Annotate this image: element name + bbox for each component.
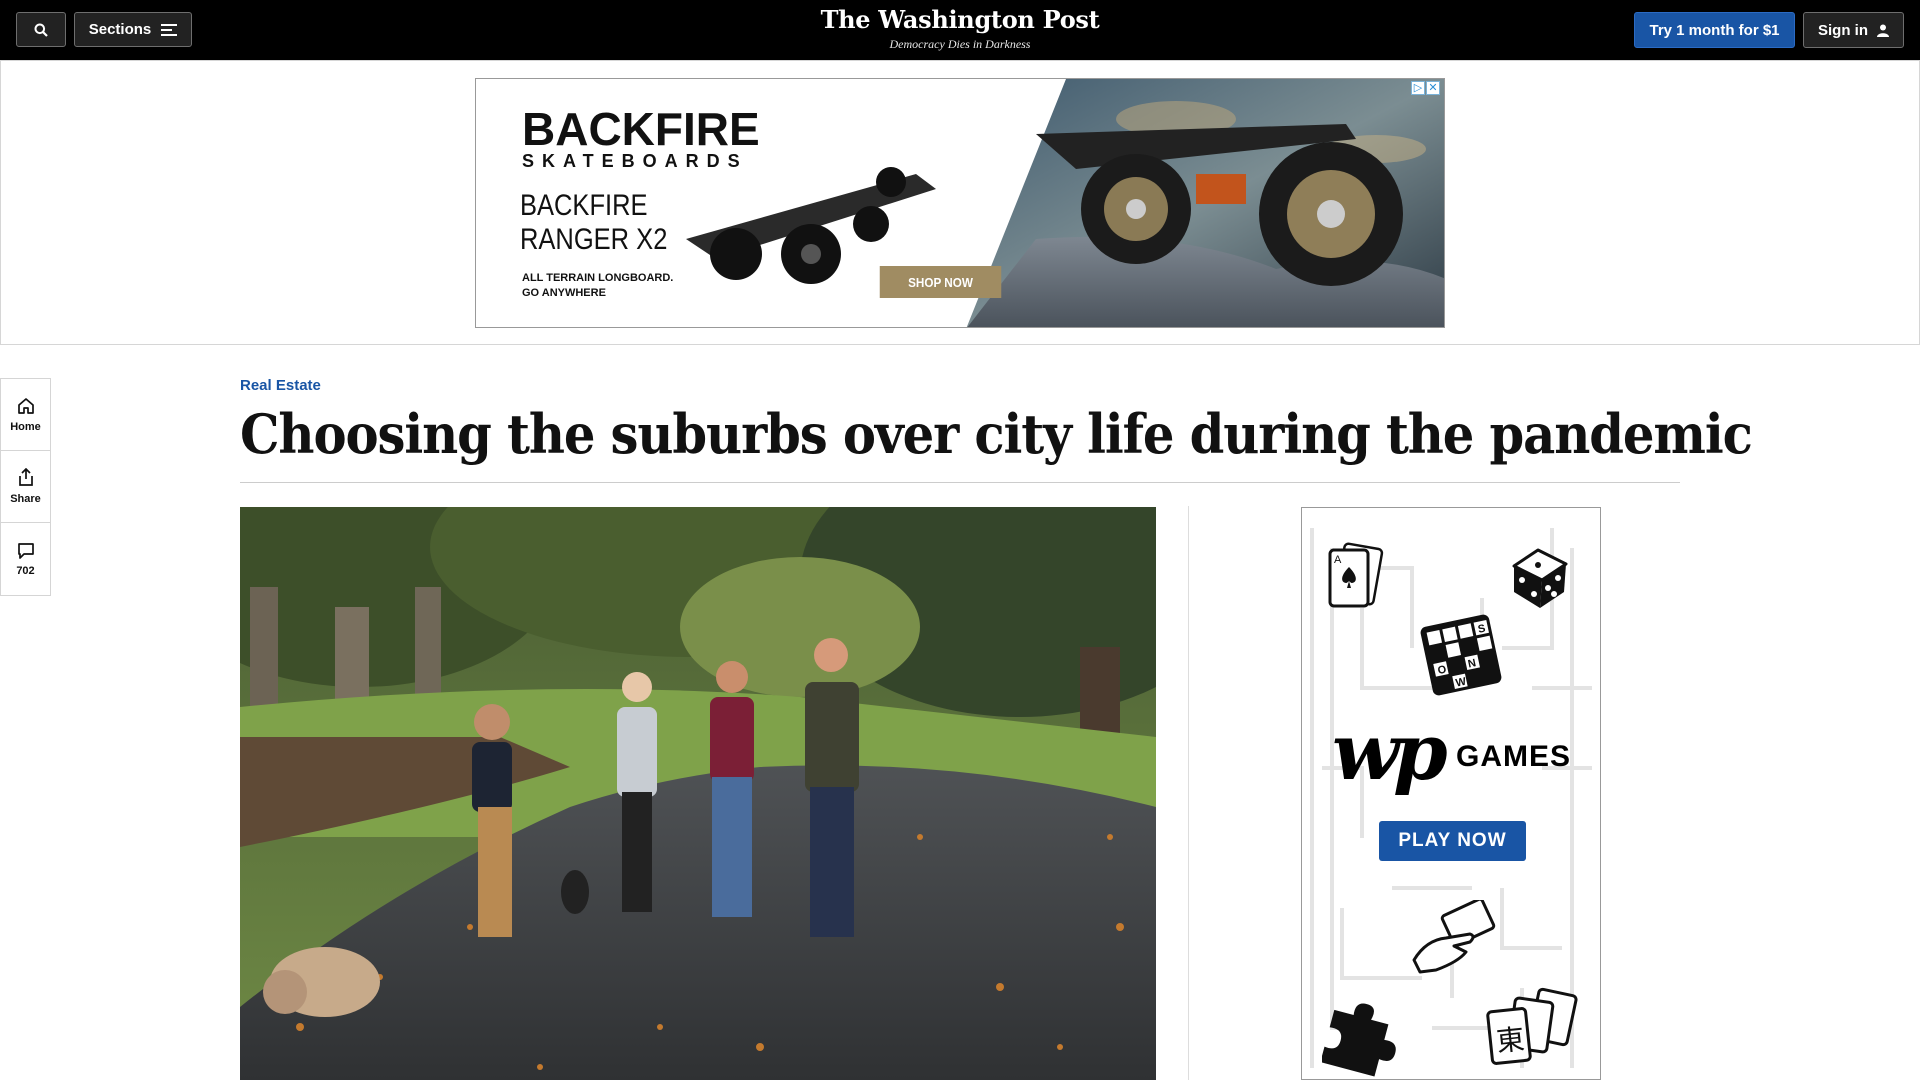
comments-count: 702	[16, 564, 35, 577]
rail-comments[interactable]: 702	[1, 523, 50, 595]
article-hero-image[interactable]	[240, 507, 1156, 1080]
headline-divider	[240, 482, 1680, 483]
column-divider	[1188, 506, 1189, 1080]
ad-product-line2: RANGER X2	[520, 223, 668, 256]
search-icon	[34, 23, 48, 37]
site-header: Sections The Washington Post Democracy D…	[0, 0, 1920, 60]
sections-button[interactable]: Sections	[74, 12, 192, 47]
masthead[interactable]: The Washington Post Democracy Dies in Da…	[760, 6, 1160, 52]
svg-text:A: A	[1334, 554, 1342, 566]
ad-tagline-1: ALL TERRAIN LONGBOARD.	[522, 272, 674, 284]
puzzle-piece-icon	[1322, 1003, 1396, 1077]
shop-now-button[interactable]: SHOP NOW	[879, 266, 1002, 298]
ad-tagline-2: GO ANYWHERE	[522, 287, 606, 299]
site-logo[interactable]: The Washington Post	[760, 6, 1160, 34]
rail-home-label: Home	[10, 420, 41, 433]
share-icon	[18, 468, 33, 486]
user-icon	[1877, 24, 1889, 37]
ad-choices[interactable]: ▷ ✕	[1411, 81, 1440, 95]
rail-home[interactable]: Home	[1, 379, 50, 451]
ad-brand-subtitle: SKATEBOARDS	[522, 151, 748, 171]
menu-icon	[161, 23, 178, 36]
ad-tagline: ALL TERRAIN LONGBOARD. GO ANYWHERE	[522, 271, 722, 301]
games-wordmark: GAMES	[1456, 740, 1572, 773]
mahjong-tiles-icon: 東	[1486, 987, 1578, 1065]
article-section-kicker[interactable]: Real Estate	[240, 377, 321, 394]
site-tagline: Democracy Dies in Darkness	[889, 37, 1031, 51]
sections-label: Sections	[88, 21, 152, 38]
ad-brand-name: BACKFIRE	[522, 103, 760, 155]
rail-share[interactable]: Share	[1, 451, 50, 523]
ad-info-icon[interactable]: ▷	[1411, 81, 1425, 95]
crossword-icon: S O N W	[1420, 614, 1502, 696]
comment-icon	[17, 542, 34, 559]
tile-in-hand-icon	[1412, 900, 1496, 974]
family-walking-photo	[240, 507, 1156, 1080]
play-now-button[interactable]: PLAY NOW	[1379, 821, 1526, 861]
sign-in-label: Sign in	[1818, 21, 1868, 39]
ad-close-icon[interactable]: ✕	[1426, 81, 1440, 95]
top-banner-ad[interactable]: BACKFIRE SKATEBOARDS BACKFIRE RANGER X2 …	[475, 78, 1445, 328]
wp-games-logo: wp	[1332, 707, 1448, 798]
ad-product-line1: BACKFIRE	[520, 189, 648, 222]
rail-share-label: Share	[10, 493, 41, 505]
sign-in-button[interactable]: Sign in	[1803, 12, 1904, 48]
dice-icon	[1512, 548, 1568, 608]
svg-text:東: 東	[1495, 1022, 1526, 1058]
playing-card-icon: A	[1328, 542, 1384, 608]
search-button[interactable]	[16, 12, 66, 47]
home-icon	[17, 397, 34, 414]
ad-product-name: BACKFIRE RANGER X2	[520, 189, 667, 257]
article-action-rail: Home Share 702	[0, 378, 51, 596]
article-headline: Choosing the suburbs over city life duri…	[240, 402, 1753, 466]
subscribe-button[interactable]: Try 1 month for $1	[1634, 12, 1795, 48]
wp-games-ad[interactable]: A S O N W wp GAMES PLAY NOW 東	[1301, 507, 1601, 1080]
